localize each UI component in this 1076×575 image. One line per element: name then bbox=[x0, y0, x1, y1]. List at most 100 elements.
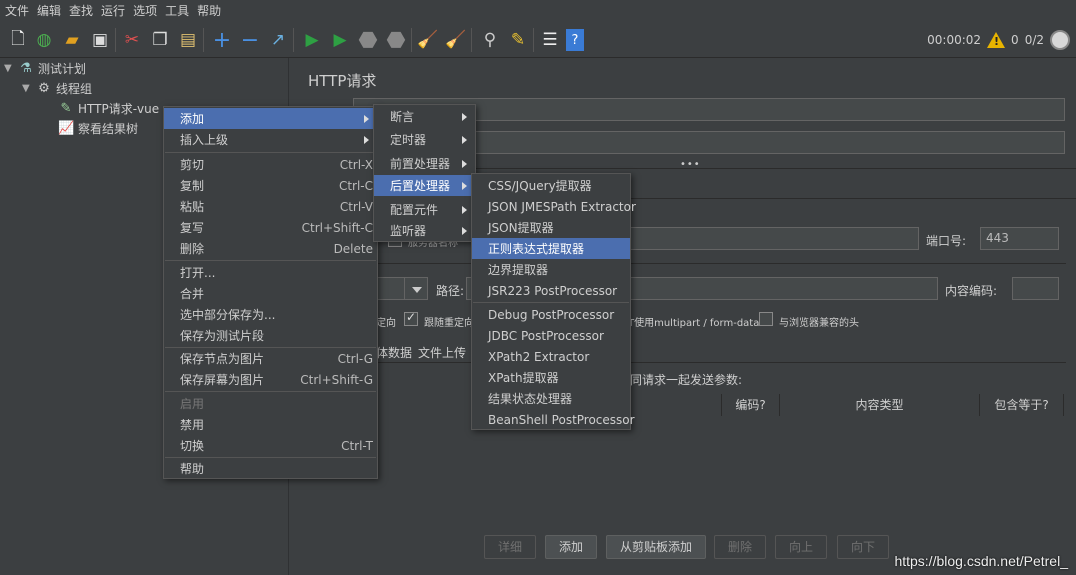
submenu-item-json-extractor[interactable]: JSON提取器 bbox=[472, 217, 630, 238]
collapse-arrow-icon[interactable]: ▼ bbox=[4, 63, 14, 74]
menu-item-save-screen-image[interactable]: 保存屏幕为图片 Ctrl+Shift-G bbox=[164, 369, 377, 390]
submenu-item-debug[interactable]: Debug PostProcessor bbox=[472, 304, 630, 325]
tree-label: HTTP请求-vue bbox=[78, 101, 160, 116]
menu-item-insert-parent[interactable]: 插入上级 bbox=[164, 129, 377, 150]
column-content-type[interactable]: 内容类型 bbox=[780, 394, 980, 416]
tab-files-upload[interactable]: 文件上传 bbox=[418, 344, 466, 361]
menu-item-label: 配置元件 bbox=[390, 203, 439, 217]
menu-item-label: 边界提取器 bbox=[488, 263, 549, 277]
copy-icon[interactable]: ❐ bbox=[148, 28, 172, 52]
menu-item-label: 复制 bbox=[180, 179, 205, 193]
reset-search-icon[interactable]: ✎ bbox=[506, 28, 530, 52]
start-icon[interactable]: ▶ bbox=[300, 28, 324, 52]
menu-help[interactable]: 帮助 bbox=[194, 0, 226, 22]
menu-item-duplicate[interactable]: 复写 Ctrl+Shift-C bbox=[164, 217, 377, 238]
checkbox-browser-headers[interactable] bbox=[759, 312, 773, 326]
paste-icon[interactable]: ▤ bbox=[176, 28, 200, 52]
submenu-item-jdbc[interactable]: JDBC PostProcessor bbox=[472, 325, 630, 346]
tree-node-plan[interactable]: ▼ ⚗ 测试计划 bbox=[4, 58, 86, 78]
collapse-arrow-icon[interactable]: ▼ bbox=[22, 83, 32, 94]
new-icon[interactable]: 🗋 bbox=[6, 28, 30, 52]
submenu-item-config[interactable]: 配置元件 bbox=[374, 199, 475, 220]
menu-item-help[interactable]: 帮助 bbox=[164, 458, 377, 479]
tree-label: 测试计划 bbox=[38, 61, 87, 76]
tree-node-thread-group[interactable]: ▼ ⚙ 线程组 bbox=[22, 78, 92, 98]
add-from-clipboard-button[interactable]: 从剪贴板添加 bbox=[606, 535, 706, 559]
chart-icon: 📈 bbox=[58, 120, 75, 136]
menu-item-label: 复写 bbox=[180, 221, 205, 235]
warning-icon[interactable] bbox=[987, 32, 1006, 48]
menu-tools[interactable]: 工具 bbox=[162, 0, 194, 22]
menu-item-save-node-image[interactable]: 保存节点为图片 Ctrl-G bbox=[164, 348, 377, 369]
menu-file[interactable]: 文件 bbox=[2, 0, 34, 22]
menu-item-label: Debug PostProcessor bbox=[488, 307, 615, 322]
menu-item-toggle[interactable]: 切换 Ctrl-T bbox=[164, 435, 377, 456]
submenu-item-xpath2[interactable]: XPath2 Extractor bbox=[472, 346, 630, 367]
tab-body-data[interactable]: 体数据 bbox=[376, 344, 412, 361]
clear-icon[interactable]: 🧹 bbox=[416, 28, 440, 52]
shutdown-icon[interactable]: ⬣ bbox=[384, 28, 408, 53]
delete-button[interactable]: 删除 bbox=[714, 535, 766, 559]
clear-all-icon[interactable]: 🧹 bbox=[444, 28, 468, 52]
submenu-item-listener[interactable]: 监听器 bbox=[374, 220, 475, 241]
port-input[interactable]: 443 bbox=[980, 227, 1059, 250]
function-helper-icon[interactable]: ☰ bbox=[538, 28, 562, 52]
tree-node-result-tree[interactable]: 📈 察看结果树 bbox=[58, 118, 138, 138]
port-label: 端口号: bbox=[926, 234, 967, 248]
submenu-item-timer[interactable]: 定时器 bbox=[374, 129, 475, 150]
menu-item-save-fragment[interactable]: 保存为测试片段 bbox=[164, 325, 377, 346]
submenu-item-result-status[interactable]: 结果状态处理器 bbox=[472, 388, 630, 409]
submenu-item-regex-extractor[interactable]: 正则表达式提取器 bbox=[472, 238, 630, 259]
start-no-pause-icon[interactable]: ▶ bbox=[328, 28, 352, 52]
up-button[interactable]: 向上 bbox=[775, 535, 827, 559]
checkbox-follow-redirect[interactable] bbox=[404, 310, 418, 326]
column-encode[interactable]: 编码? bbox=[722, 394, 780, 416]
column-include-equals[interactable]: 包含等于? bbox=[980, 394, 1064, 416]
tree-node-http-request[interactable]: ✎ HTTP请求-vue bbox=[58, 98, 160, 118]
submenu-item-postprocessor[interactable]: 后置处理器 bbox=[374, 175, 475, 196]
search-icon[interactable]: ⚲ bbox=[478, 28, 502, 52]
menu-item-disable[interactable]: 禁用 bbox=[164, 414, 377, 435]
submenu-item-jmespath-extractor[interactable]: JSON JMESPath Extractor bbox=[472, 196, 636, 217]
menu-item-save-selection[interactable]: 选中部分保存为... bbox=[164, 304, 377, 325]
submenu-item-assertion[interactable]: 断言 bbox=[374, 106, 475, 127]
toggle-icon[interactable]: ↗ bbox=[266, 28, 290, 52]
save-icon[interactable]: ▣ bbox=[88, 28, 112, 52]
submenu-item-boundary-extractor[interactable]: 边界提取器 bbox=[472, 259, 630, 280]
params-caption: 同请求一起发送参数: bbox=[630, 373, 743, 387]
menu-item-paste[interactable]: 粘贴 Ctrl-V bbox=[164, 196, 377, 217]
encoding-input[interactable] bbox=[1012, 277, 1059, 300]
submenu-item-beanshell[interactable]: BeanShell PostProcessor bbox=[472, 409, 635, 430]
template-icon[interactable]: ◍ bbox=[32, 28, 56, 52]
collapse-icon[interactable]: − bbox=[238, 28, 262, 53]
menu-item-merge[interactable]: 合并 bbox=[164, 283, 377, 304]
menu-item-add[interactable]: 添加 bbox=[164, 108, 377, 129]
down-button[interactable]: 向下 bbox=[837, 535, 889, 559]
menu-item-delete[interactable]: 删除 Delete bbox=[164, 238, 377, 259]
menu-search[interactable]: 查找 bbox=[66, 0, 98, 22]
tree-label: 线程组 bbox=[56, 81, 93, 96]
menu-run[interactable]: 运行 bbox=[98, 0, 130, 22]
menu-item-cut[interactable]: 剪切 Ctrl-X bbox=[164, 154, 377, 175]
pipette-icon: ✎ bbox=[60, 100, 72, 116]
remote-globe-icon[interactable] bbox=[1050, 30, 1070, 50]
menu-item-copy[interactable]: 复制 Ctrl-C bbox=[164, 175, 377, 196]
submenu-item-xpath[interactable]: XPath提取器 bbox=[472, 367, 630, 388]
submenu-item-preprocessor[interactable]: 前置处理器 bbox=[374, 153, 475, 174]
help-icon[interactable]: ? bbox=[566, 29, 584, 51]
detail-button[interactable]: 详细 bbox=[484, 535, 536, 559]
tree-label: 察看结果树 bbox=[78, 121, 139, 136]
cut-icon[interactable]: ✂ bbox=[120, 28, 144, 52]
open-icon[interactable]: ▰ bbox=[60, 28, 84, 52]
add-button[interactable]: 添加 bbox=[545, 535, 597, 559]
submenu-item-css-extractor[interactable]: CSS/JQuery提取器 bbox=[472, 175, 630, 196]
menu-item-label: 删除 bbox=[180, 242, 205, 256]
expand-icon[interactable]: + bbox=[210, 28, 234, 53]
menu-options[interactable]: 选项 bbox=[130, 0, 162, 22]
stop-icon[interactable]: ⬣ bbox=[356, 28, 380, 53]
chevron-down-icon[interactable] bbox=[404, 277, 428, 300]
menu-item-open[interactable]: 打开... bbox=[164, 262, 377, 283]
menu-item-enable[interactable]: 启用 bbox=[164, 393, 377, 414]
menu-edit[interactable]: 编辑 bbox=[34, 0, 66, 22]
submenu-item-jsr223[interactable]: JSR223 PostProcessor bbox=[472, 280, 630, 301]
